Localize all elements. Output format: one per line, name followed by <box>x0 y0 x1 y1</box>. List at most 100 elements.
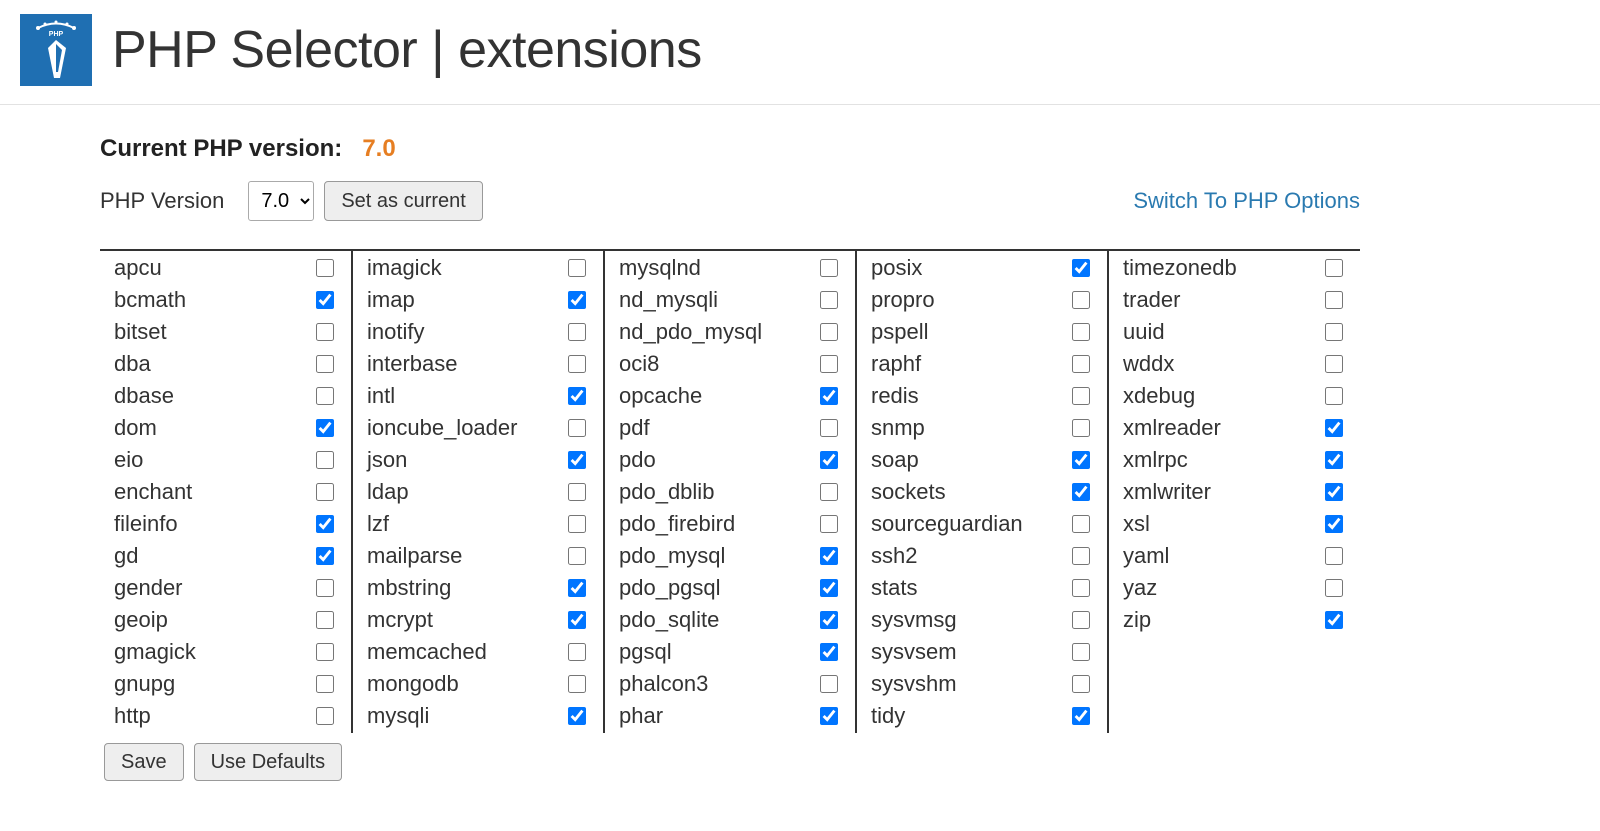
extension-checkbox[interactable] <box>316 547 334 565</box>
extension-label[interactable]: pdo_dblib <box>619 479 816 505</box>
extension-checkbox[interactable] <box>568 515 586 533</box>
extension-checkbox[interactable] <box>568 259 586 277</box>
extension-checkbox[interactable] <box>820 259 838 277</box>
extension-checkbox[interactable] <box>1072 387 1090 405</box>
extension-label[interactable]: dbase <box>114 383 312 409</box>
extension-label[interactable]: pdo_firebird <box>619 511 816 537</box>
set-as-current-button[interactable]: Set as current <box>324 181 483 221</box>
extension-label[interactable]: bitset <box>114 319 312 345</box>
extension-label[interactable]: gnupg <box>114 671 312 697</box>
extension-label[interactable]: pdo_pgsql <box>619 575 816 601</box>
extension-checkbox[interactable] <box>820 515 838 533</box>
extension-label[interactable]: pdo_mysql <box>619 543 816 569</box>
extension-label[interactable]: imap <box>367 287 564 313</box>
extension-label[interactable]: stats <box>871 575 1068 601</box>
extension-checkbox[interactable] <box>568 675 586 693</box>
extension-label[interactable]: timezonedb <box>1123 255 1321 281</box>
extension-checkbox[interactable] <box>820 643 838 661</box>
extension-checkbox[interactable] <box>820 355 838 373</box>
extension-label[interactable]: fileinfo <box>114 511 312 537</box>
extension-checkbox[interactable] <box>1325 291 1343 309</box>
extension-checkbox[interactable] <box>568 483 586 501</box>
extension-checkbox[interactable] <box>1325 451 1343 469</box>
extension-label[interactable]: phar <box>619 703 816 729</box>
extension-label[interactable]: sysvsem <box>871 639 1068 665</box>
extension-checkbox[interactable] <box>1072 323 1090 341</box>
extension-label[interactable]: mysqlnd <box>619 255 816 281</box>
switch-to-php-options-link[interactable]: Switch To PHP Options <box>1133 188 1360 214</box>
extension-label[interactable]: geoip <box>114 607 312 633</box>
extension-label[interactable]: gd <box>114 543 312 569</box>
extension-checkbox[interactable] <box>568 579 586 597</box>
extension-label[interactable]: xsl <box>1123 511 1321 537</box>
extension-checkbox[interactable] <box>1072 515 1090 533</box>
extension-label[interactable]: bcmath <box>114 287 312 313</box>
extension-label[interactable]: json <box>367 447 564 473</box>
extension-label[interactable]: sysvmsg <box>871 607 1068 633</box>
extension-checkbox[interactable] <box>1325 579 1343 597</box>
extension-label[interactable]: mcrypt <box>367 607 564 633</box>
extension-label[interactable]: mailparse <box>367 543 564 569</box>
extension-checkbox[interactable] <box>1072 611 1090 629</box>
extension-label[interactable]: ssh2 <box>871 543 1068 569</box>
extension-checkbox[interactable] <box>1072 259 1090 277</box>
extension-label[interactable]: redis <box>871 383 1068 409</box>
extension-label[interactable]: snmp <box>871 415 1068 441</box>
extension-label[interactable]: gender <box>114 575 312 601</box>
extension-label[interactable]: pdo <box>619 447 816 473</box>
extension-checkbox[interactable] <box>820 483 838 501</box>
extension-label[interactable]: trader <box>1123 287 1321 313</box>
extension-checkbox[interactable] <box>568 419 586 437</box>
extension-checkbox[interactable] <box>316 419 334 437</box>
extension-checkbox[interactable] <box>316 291 334 309</box>
extension-checkbox[interactable] <box>316 483 334 501</box>
extension-checkbox[interactable] <box>568 323 586 341</box>
extension-label[interactable]: sockets <box>871 479 1068 505</box>
extension-checkbox[interactable] <box>1072 675 1090 693</box>
extension-checkbox[interactable] <box>568 547 586 565</box>
extension-label[interactable]: yaz <box>1123 575 1321 601</box>
extension-label[interactable]: pspell <box>871 319 1068 345</box>
extension-checkbox[interactable] <box>820 387 838 405</box>
extension-label[interactable]: yaml <box>1123 543 1321 569</box>
extension-checkbox[interactable] <box>820 291 838 309</box>
extension-label[interactable]: phalcon3 <box>619 671 816 697</box>
extension-checkbox[interactable] <box>316 707 334 725</box>
extension-checkbox[interactable] <box>316 515 334 533</box>
extension-checkbox[interactable] <box>316 323 334 341</box>
extension-checkbox[interactable] <box>1072 707 1090 725</box>
extension-label[interactable]: interbase <box>367 351 564 377</box>
extension-label[interactable]: mongodb <box>367 671 564 697</box>
extension-label[interactable]: uuid <box>1123 319 1321 345</box>
extension-label[interactable]: eio <box>114 447 312 473</box>
extension-label[interactable]: imagick <box>367 255 564 281</box>
use-defaults-button[interactable]: Use Defaults <box>194 743 343 781</box>
extension-label[interactable]: inotify <box>367 319 564 345</box>
extension-label[interactable]: tidy <box>871 703 1068 729</box>
extension-label[interactable]: gmagick <box>114 639 312 665</box>
extension-checkbox[interactable] <box>820 419 838 437</box>
extension-label[interactable]: xmlwriter <box>1123 479 1321 505</box>
extension-label[interactable]: dom <box>114 415 312 441</box>
extension-checkbox[interactable] <box>568 643 586 661</box>
extension-checkbox[interactable] <box>820 675 838 693</box>
extension-label[interactable]: raphf <box>871 351 1068 377</box>
extension-label[interactable]: dba <box>114 351 312 377</box>
extension-checkbox[interactable] <box>1325 611 1343 629</box>
extension-checkbox[interactable] <box>1325 419 1343 437</box>
extension-checkbox[interactable] <box>1072 483 1090 501</box>
extension-label[interactable]: propro <box>871 287 1068 313</box>
extension-checkbox[interactable] <box>1325 483 1343 501</box>
extension-checkbox[interactable] <box>1072 355 1090 373</box>
extension-checkbox[interactable] <box>1072 291 1090 309</box>
extension-label[interactable]: ioncube_loader <box>367 415 564 441</box>
extension-checkbox[interactable] <box>1325 515 1343 533</box>
extension-label[interactable]: intl <box>367 383 564 409</box>
extension-label[interactable]: wddx <box>1123 351 1321 377</box>
extension-checkbox[interactable] <box>820 707 838 725</box>
extension-checkbox[interactable] <box>1072 579 1090 597</box>
extension-checkbox[interactable] <box>820 323 838 341</box>
extension-label[interactable]: mysqli <box>367 703 564 729</box>
extension-checkbox[interactable] <box>316 611 334 629</box>
extension-checkbox[interactable] <box>316 675 334 693</box>
